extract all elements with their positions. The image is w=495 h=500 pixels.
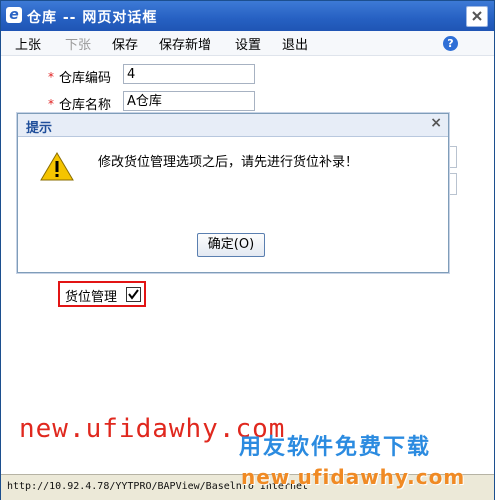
- close-window-button[interactable]: [466, 6, 488, 27]
- warehouse-name-label: 仓库名称: [59, 98, 112, 113]
- prev-button[interactable]: 上张: [15, 34, 41, 53]
- help-icon[interactable]: ?: [443, 36, 458, 51]
- alert-title-bar: 提示 ×: [18, 114, 448, 137]
- location-management-checkbox[interactable]: [126, 287, 141, 302]
- warehouse-code-input[interactable]: 4: [123, 64, 255, 84]
- required-mark: *: [48, 97, 54, 111]
- location-management-label: 货位管理: [65, 290, 118, 305]
- save-button[interactable]: 保存: [112, 34, 138, 53]
- hidden-input: [448, 173, 457, 195]
- title-bar: e 仓库 -- 网页对话框: [1, 1, 494, 31]
- warehouse-code-label: 仓库编码: [59, 71, 112, 86]
- warehouse-name-input[interactable]: A仓库: [123, 91, 255, 111]
- toolbar: 上张 下张 保存 保存新增 设置 退出 ?: [1, 31, 494, 56]
- alert-message: 修改货位管理选项之后，请先进行货位补录！: [98, 155, 359, 170]
- alert-close-icon[interactable]: ×: [430, 115, 442, 131]
- save-new-button[interactable]: 保存新增: [159, 34, 211, 53]
- settings-button[interactable]: 设置: [235, 34, 261, 53]
- hidden-input: [448, 146, 457, 168]
- ie-icon: e: [6, 7, 22, 23]
- dialog-window: e 仓库 -- 网页对话框 上张 下张 保存 保存新增 设置 退出 ? * 仓库…: [0, 0, 495, 500]
- window-title: 仓库 -- 网页对话框: [27, 10, 158, 26]
- ok-button[interactable]: 确定(O): [197, 233, 265, 257]
- warning-icon: [40, 152, 74, 181]
- next-button[interactable]: 下张: [65, 34, 91, 53]
- watermark-brand: 用友软件免费下载: [239, 435, 432, 460]
- checkmark-icon: [128, 289, 139, 300]
- alert-title: 提示: [26, 121, 53, 136]
- required-mark: *: [48, 70, 54, 84]
- exit-button[interactable]: 退出: [282, 34, 308, 53]
- close-icon: [472, 11, 482, 21]
- watermark-url-orange: new.ufidawhy.com: [241, 465, 466, 489]
- alert-body: 修改货位管理选项之后，请先进行货位补录！ 确定(O): [18, 137, 448, 272]
- alert-dialog: 提示 × 修改货位管理选项之后，请先进行货位补录！ 确定(O): [17, 113, 449, 273]
